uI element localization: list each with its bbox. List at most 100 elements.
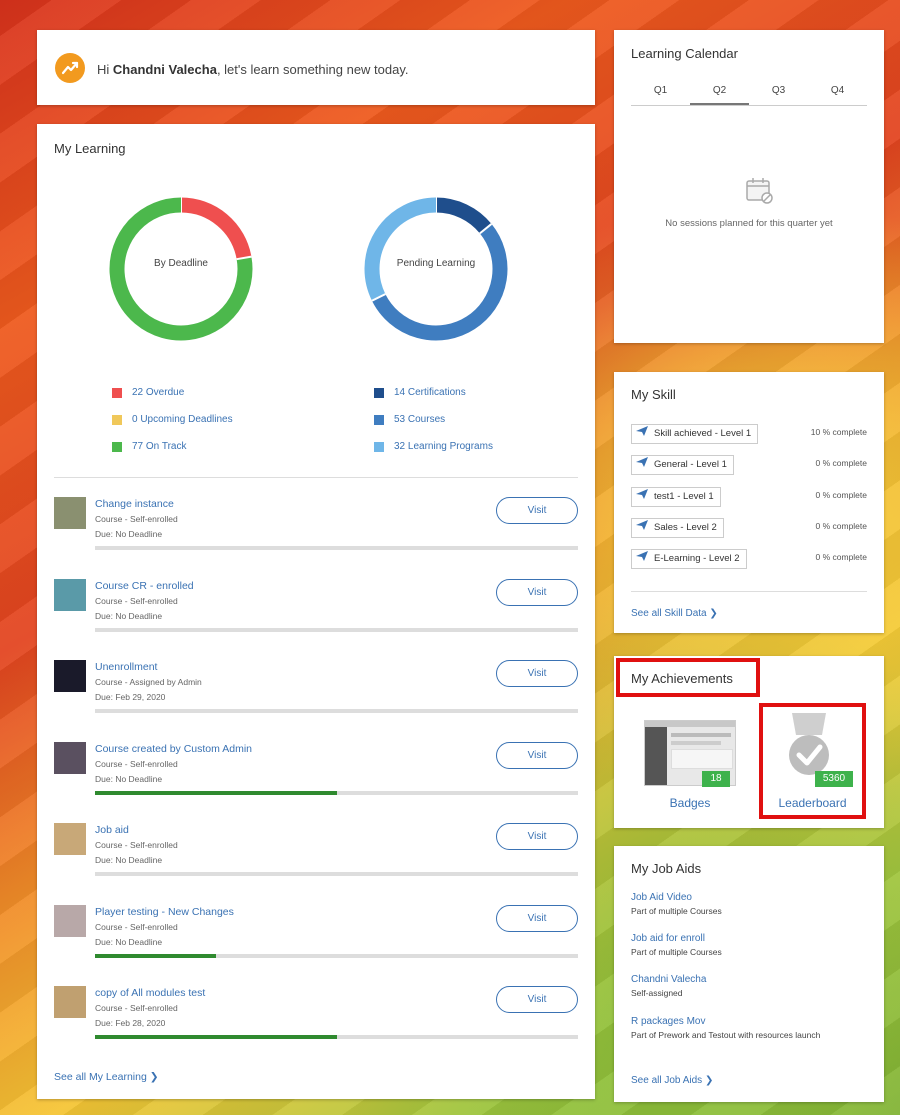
skill-row: test1 - Level 1 0 % complete [631,486,867,509]
visit-button[interactable]: Visit [496,904,578,932]
skill-tag[interactable]: test1 - Level 1 [631,486,721,507]
chevron-right-icon: ❯ [149,1071,159,1083]
tab-q1[interactable]: Q1 [631,82,690,105]
skill-tag[interactable]: E-Learning - Level 2 [631,549,747,570]
paper-plane-icon [636,425,654,443]
visit-button[interactable]: Visit [496,660,578,687]
legend-label[interactable]: 32 Learning Programs [394,441,493,452]
legend-courses[interactable]: 53 Courses [374,406,493,433]
trend-up-icon [55,53,85,83]
course-thumbnail[interactable] [54,823,86,855]
course-thumbnail[interactable] [54,497,86,529]
see-all-label[interactable]: See all Skill Data [631,608,707,619]
tab-q4[interactable]: Q4 [808,82,867,105]
legend-label[interactable]: 0 Upcoming Deadlines [132,414,233,425]
legend-upcoming[interactable]: 0 Upcoming Deadlines [112,406,233,433]
deadline-legend: 22 Overdue 0 Upcoming Deadlines 77 On Tr… [112,379,233,460]
visit-button[interactable]: Visit [496,497,578,524]
course-name[interactable]: Player testing - New Changes [95,906,234,918]
chevron-right-icon: ❯ [709,608,718,619]
donut-segment-certifications[interactable] [435,197,492,234]
job-aid-item[interactable]: Chandni Valecha Self-assigned [631,974,706,998]
visit-button[interactable]: Visit [496,823,578,850]
course-type: Course - Self-enrolled [95,840,178,850]
job-aid-item[interactable]: Job aid for enroll Part of multiple Cour… [631,933,722,957]
course-due: Due: Feb 29, 2020 [95,692,166,702]
job-aid-name[interactable]: Job Aid Video [631,892,722,903]
calendar-empty-icon [744,175,774,210]
chevron-right-icon: ❯ [704,1075,714,1086]
course-thumbnail[interactable] [54,578,86,611]
legend-label[interactable]: 22 Overdue [132,387,184,398]
skill-tag[interactable]: General - Level 1 [631,455,734,476]
legend-label[interactable]: 77 On Track [132,441,186,452]
see-all-job-aids-link[interactable]: See all Job Aids ❯ [631,1075,713,1086]
job-aid-name[interactable]: R packages Mov [631,1016,820,1027]
paper-plane-icon [636,519,654,537]
progress-bar [95,627,578,632]
visit-button[interactable]: Visit [496,986,578,1013]
learning-calendar-card: Learning Calendar Q1 Q2 Q3 Q4 No session… [614,30,884,343]
course-thumbnail[interactable] [54,660,86,692]
job-aid-item[interactable]: Job Aid Video Part of multiple Courses [631,892,722,916]
skill-percent: 10 % complete [810,427,867,437]
see-all-label[interactable]: See all Job Aids [631,1075,702,1086]
course-name[interactable]: Course CR - enrolled [95,580,194,592]
legend-label[interactable]: 14 Certifications [394,387,466,398]
course-row: Change instance Course - Self-enrolled Due… [54,497,578,578]
my-achievements-card: My Achievements 18 Badges 5360 Leaderboa… [614,656,884,828]
course-thumbnail[interactable] [54,904,86,937]
my-job-aids-title: My Job Aids [631,861,702,876]
see-all-my-learning-link[interactable]: See all My Learning ❯ [54,1071,159,1083]
course-name[interactable]: Unenrollment [95,661,157,673]
donut-segment-courses[interactable] [371,223,508,341]
legend-overdue[interactable]: 22 Overdue [112,379,233,406]
skill-name: Skill achieved - Level 1 [654,428,752,439]
skill-percent: 0 % complete [815,552,868,563]
badges-link[interactable]: Badges [644,796,736,810]
course-type: Course - Self-enrolled [95,514,178,524]
legend-learning-programs[interactable]: 32 Learning Programs [374,433,493,460]
visit-button[interactable]: Visit [496,741,578,769]
course-name[interactable]: Job aid [95,824,129,836]
course-type: Course - Assigned by Admin [95,677,202,687]
badges-count: 18 [702,771,730,787]
course-thumbnail[interactable] [54,741,86,774]
tab-q2[interactable]: Q2 [690,82,749,105]
legend-swatch [374,414,384,425]
paper-plane-icon [636,550,654,568]
donut-segment-overdue[interactable] [180,197,252,260]
tab-q3[interactable]: Q3 [749,82,808,105]
my-learning-title: My Learning [54,141,126,156]
skill-percent: 0 % complete [815,458,868,469]
skill-tag[interactable]: Sales - Level 2 [631,517,724,538]
leaderboard-link[interactable]: Leaderboard [763,796,862,810]
donut-segment-learning-programs[interactable] [364,197,437,301]
legend-label[interactable]: 53 Courses [394,414,445,425]
course-name[interactable]: Change instance [95,498,174,510]
course-name[interactable]: Course created by Custom Admin [95,743,252,755]
skill-tag[interactable]: Skill achieved - Level 1 [631,424,759,444]
progress-bar [95,953,578,958]
skill-name: Sales - Level 2 [654,521,717,533]
visit-button[interactable]: Visit [496,578,578,606]
course-thumbnail[interactable] [54,986,86,1018]
by-deadline-donut[interactable]: By Deadline [108,196,254,342]
progress-bar [95,546,578,550]
course-row: Unenrollment Course - Assigned by Admin Du… [54,660,578,741]
legend-certifications[interactable]: 14 Certifications [374,379,493,406]
see-all-skill-data-link[interactable]: See all Skill Data ❯ [631,608,718,619]
job-aid-name[interactable]: Chandni Valecha [631,974,706,985]
course-name[interactable]: copy of All modules test [95,987,205,999]
my-learning-card: My Learning By Deadline Pending Learning… [37,124,595,1099]
skill-name: General - Level 1 [654,459,727,471]
job-aid-subtitle: Part of multiple Courses [631,947,722,957]
job-aid-subtitle: Part of multiple Courses [631,906,722,916]
pending-learning-donut[interactable]: Pending Learning [363,196,509,342]
job-aid-item[interactable]: R packages Mov Part of Prework and Testo… [631,1016,820,1040]
job-aid-name[interactable]: Job aid for enroll [631,933,722,944]
legend-on-track[interactable]: 77 On Track [112,433,233,460]
progress-fill [95,790,337,795]
pending-learning-label: Pending Learning [396,258,476,269]
see-all-label[interactable]: See all My Learning [54,1071,147,1083]
